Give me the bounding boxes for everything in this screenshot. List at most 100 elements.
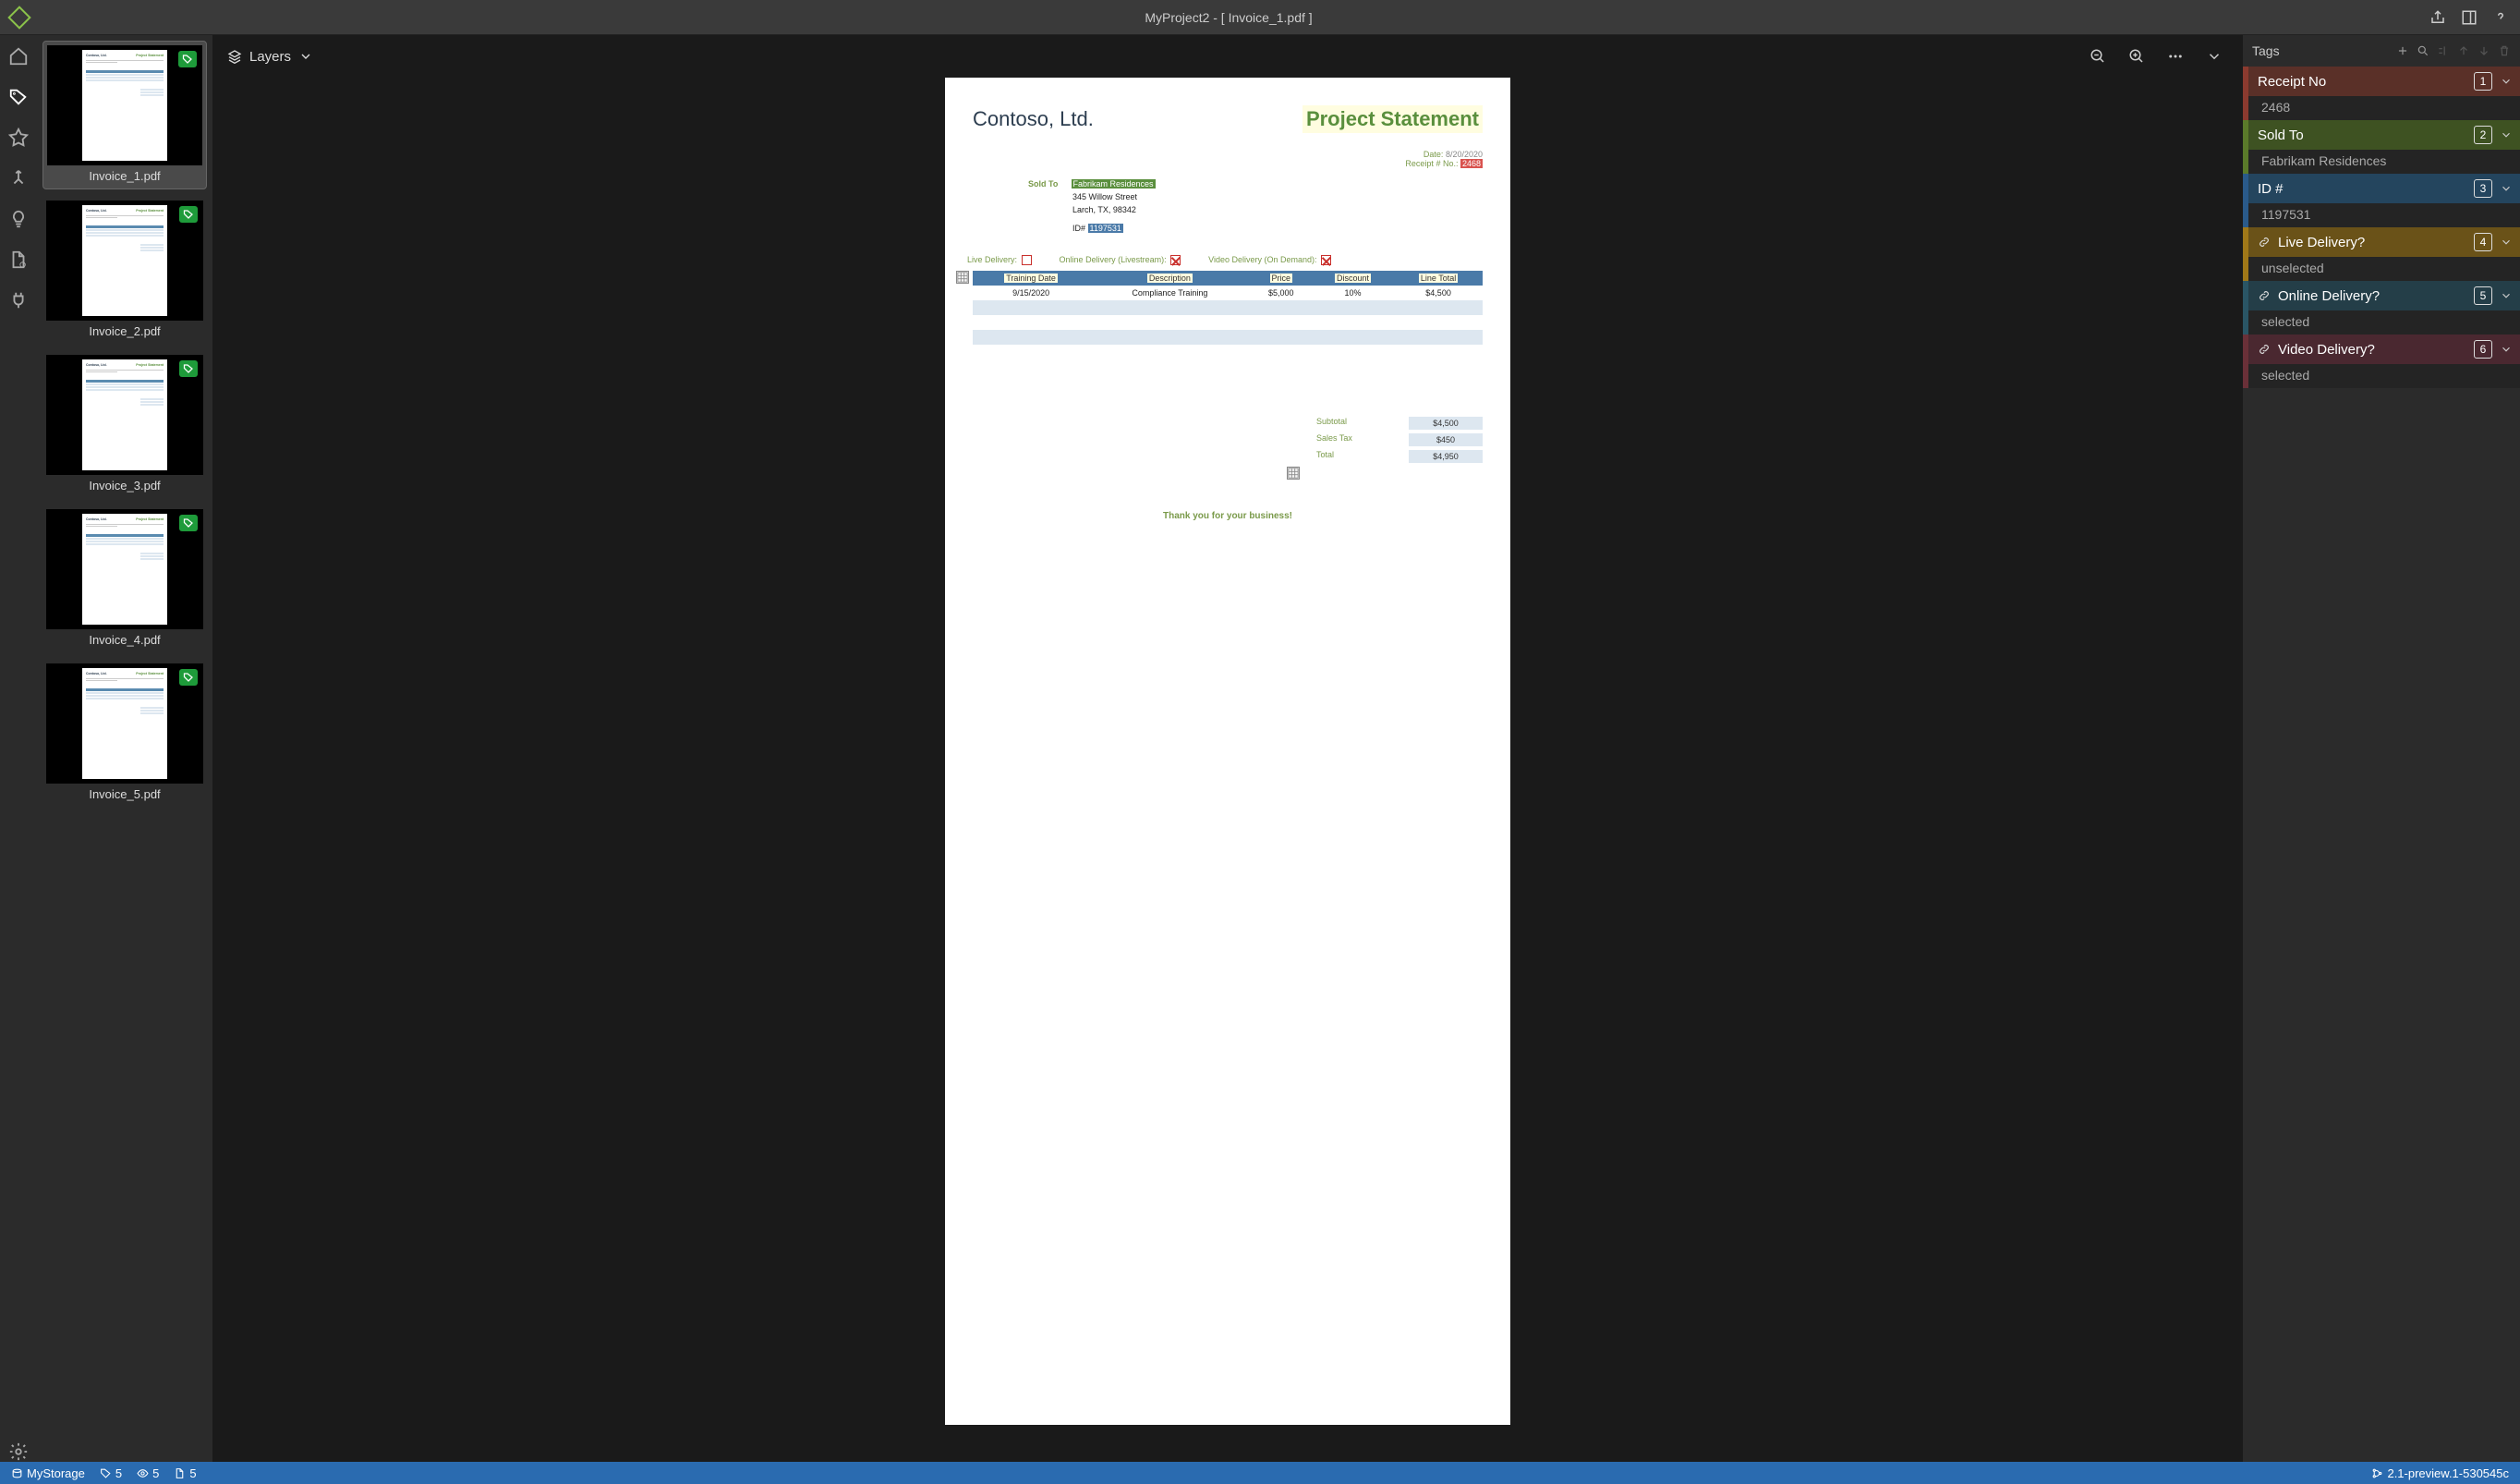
settings-icon[interactable]	[8, 1441, 29, 1462]
receipt-no-value: 2468	[1460, 159, 1483, 168]
soldto-label: Sold To	[1028, 179, 1069, 189]
thumbnail-item[interactable]: Contoso, Ltd.Project Statement Invoice_3…	[42, 351, 207, 498]
tag-name: Receipt No	[2258, 74, 2466, 90]
thumbnail-label: Invoice_2.pdf	[46, 321, 203, 340]
tag-hotkey: 3	[2474, 179, 2492, 198]
search-tag-icon[interactable]	[2417, 44, 2429, 57]
checkbox-checked-icon	[1321, 255, 1331, 265]
document-add-icon[interactable]	[8, 249, 29, 270]
table-handle-icon[interactable]	[956, 271, 969, 284]
version-indicator[interactable]: 2.1-preview.1-530545c	[2371, 1466, 2509, 1480]
chevron-down-icon[interactable]	[2500, 289, 2513, 302]
online-delivery-field: Online Delivery (Livestream):	[1060, 255, 1181, 265]
tag-name: Video Delivery?	[2278, 342, 2466, 358]
tag-value: selected	[2248, 310, 2520, 335]
table-handle-icon[interactable]	[1287, 467, 1300, 480]
chevron-down-icon[interactable]	[2500, 236, 2513, 249]
soldto-addr1: 345 Willow Street	[1072, 192, 1483, 201]
chevron-down-icon[interactable]	[2206, 48, 2223, 65]
home-icon[interactable]	[8, 46, 29, 67]
storage-indicator[interactable]: MyStorage	[11, 1466, 85, 1480]
chevron-down-icon[interactable]	[2500, 343, 2513, 356]
tags-panel-title: Tags	[2252, 43, 2389, 58]
tag-item[interactable]: Live Delivery? 4 unselected	[2243, 227, 2520, 281]
tag-badge-icon	[179, 206, 198, 223]
tag-hotkey: 1	[2474, 72, 2492, 91]
date-value: 8/20/2020	[1446, 150, 1483, 159]
tag-hotkey: 4	[2474, 233, 2492, 251]
checkbox-unchecked-icon	[1022, 255, 1032, 265]
merge-icon[interactable]	[8, 168, 29, 189]
tag-value: selected	[2248, 364, 2520, 388]
tag-badge-icon	[179, 669, 198, 686]
help-icon[interactable]	[2492, 9, 2509, 26]
zoom-out-icon[interactable]	[2090, 48, 2106, 65]
layers-dropdown[interactable]: Layers	[227, 49, 313, 65]
window-title: MyProject2 - [ Invoice_1.pdf ]	[28, 10, 2429, 25]
chevron-down-icon[interactable]	[2500, 182, 2513, 195]
id-label: ID#	[1072, 224, 1085, 233]
subtotal-value: $4,500	[1409, 417, 1483, 430]
thumbnail-panel: Contoso, Ltd.Project Statement Invoice_1…	[37, 35, 212, 1462]
items-table: Training DateDescriptionPriceDiscountLin…	[973, 271, 1483, 359]
tag-badge-icon	[178, 51, 197, 67]
company-name: Contoso, Ltd.	[973, 107, 1094, 131]
thumbnail-label: Invoice_1.pdf	[47, 165, 202, 185]
live-delivery-field: Live Delivery:	[967, 255, 1032, 265]
tag-item[interactable]: Video Delivery? 6 selected	[2243, 335, 2520, 388]
visible-count[interactable]: 5	[137, 1466, 159, 1480]
tag-value: Fabrikam Residences	[2248, 150, 2520, 174]
chevron-down-icon[interactable]	[2500, 75, 2513, 88]
star-icon[interactable]	[8, 128, 29, 148]
tag-item[interactable]: Receipt No 1 2468	[2243, 67, 2520, 120]
statement-title: Project Statement	[1302, 105, 1483, 133]
totals-block: Subtotal$4,500 Sales Tax$450 Total$4,950	[1316, 415, 1483, 465]
canvas-area: Layers Contoso, Ltd. Project Statement D…	[212, 35, 2243, 1462]
date-label: Date:	[1424, 150, 1444, 159]
tag-count[interactable]: 5	[100, 1466, 122, 1480]
tag-hotkey: 6	[2474, 340, 2492, 359]
thumbnail-item[interactable]: Contoso, Ltd.Project Statement Invoice_1…	[42, 41, 207, 189]
delete-icon	[2498, 44, 2511, 57]
tag-icon[interactable]	[8, 87, 29, 107]
share-icon[interactable]	[2429, 9, 2446, 26]
tags-panel: Tags Receipt No 1 2468 Sold To 2 Fabrika…	[2243, 35, 2520, 1462]
total-value: $4,950	[1409, 450, 1483, 463]
chevron-down-icon[interactable]	[2500, 128, 2513, 141]
thanks-text: Thank you for your business!	[973, 511, 1483, 521]
tax-value: $450	[1409, 433, 1483, 446]
thumbnail-item[interactable]: Contoso, Ltd.Project Statement Invoice_4…	[42, 505, 207, 652]
tag-item[interactable]: Online Delivery? 5 selected	[2243, 281, 2520, 335]
link-icon	[2258, 289, 2271, 302]
lightbulb-icon[interactable]	[8, 209, 29, 229]
status-bar: MyStorage 5 5 5 2.1-preview.1-530545c	[0, 1462, 2520, 1484]
tag-name: Online Delivery?	[2278, 288, 2466, 304]
move-down-icon	[2478, 44, 2490, 57]
thumbnail-label: Invoice_4.pdf	[46, 629, 203, 649]
receipt-no-label: Receipt # No.:	[1405, 159, 1458, 168]
panel-icon[interactable]	[2461, 9, 2478, 26]
chevron-down-icon	[298, 49, 313, 64]
add-tag-icon[interactable]	[2396, 44, 2409, 57]
thumbnail-item[interactable]: Contoso, Ltd.Project Statement Invoice_5…	[42, 660, 207, 807]
tag-item[interactable]: Sold To 2 Fabrikam Residences	[2243, 120, 2520, 174]
more-icon[interactable]	[2167, 48, 2184, 65]
tag-hotkey: 5	[2474, 286, 2492, 305]
tag-value: 1197531	[2248, 203, 2520, 227]
tag-value: unselected	[2248, 257, 2520, 281]
tag-hotkey: 2	[2474, 126, 2492, 144]
plug-icon[interactable]	[8, 290, 29, 310]
zoom-in-icon[interactable]	[2128, 48, 2145, 65]
tag-badge-icon	[179, 515, 198, 531]
tag-value: 2468	[2248, 96, 2520, 120]
document-page[interactable]: Contoso, Ltd. Project Statement Date: 8/…	[945, 78, 1510, 1425]
link-icon	[2258, 236, 2271, 249]
rename-icon	[2437, 44, 2450, 57]
thumbnail-item[interactable]: Contoso, Ltd.Project Statement Invoice_2…	[42, 197, 207, 344]
id-value: 1197531	[1088, 224, 1123, 233]
tag-item[interactable]: ID # 3 1197531	[2243, 174, 2520, 227]
video-delivery-field: Video Delivery (On Demand):	[1208, 255, 1331, 265]
tax-label: Sales Tax	[1316, 433, 1352, 446]
soldto-addr2: Larch, TX, 98342	[1072, 205, 1483, 214]
doc-count[interactable]: 5	[174, 1466, 196, 1480]
